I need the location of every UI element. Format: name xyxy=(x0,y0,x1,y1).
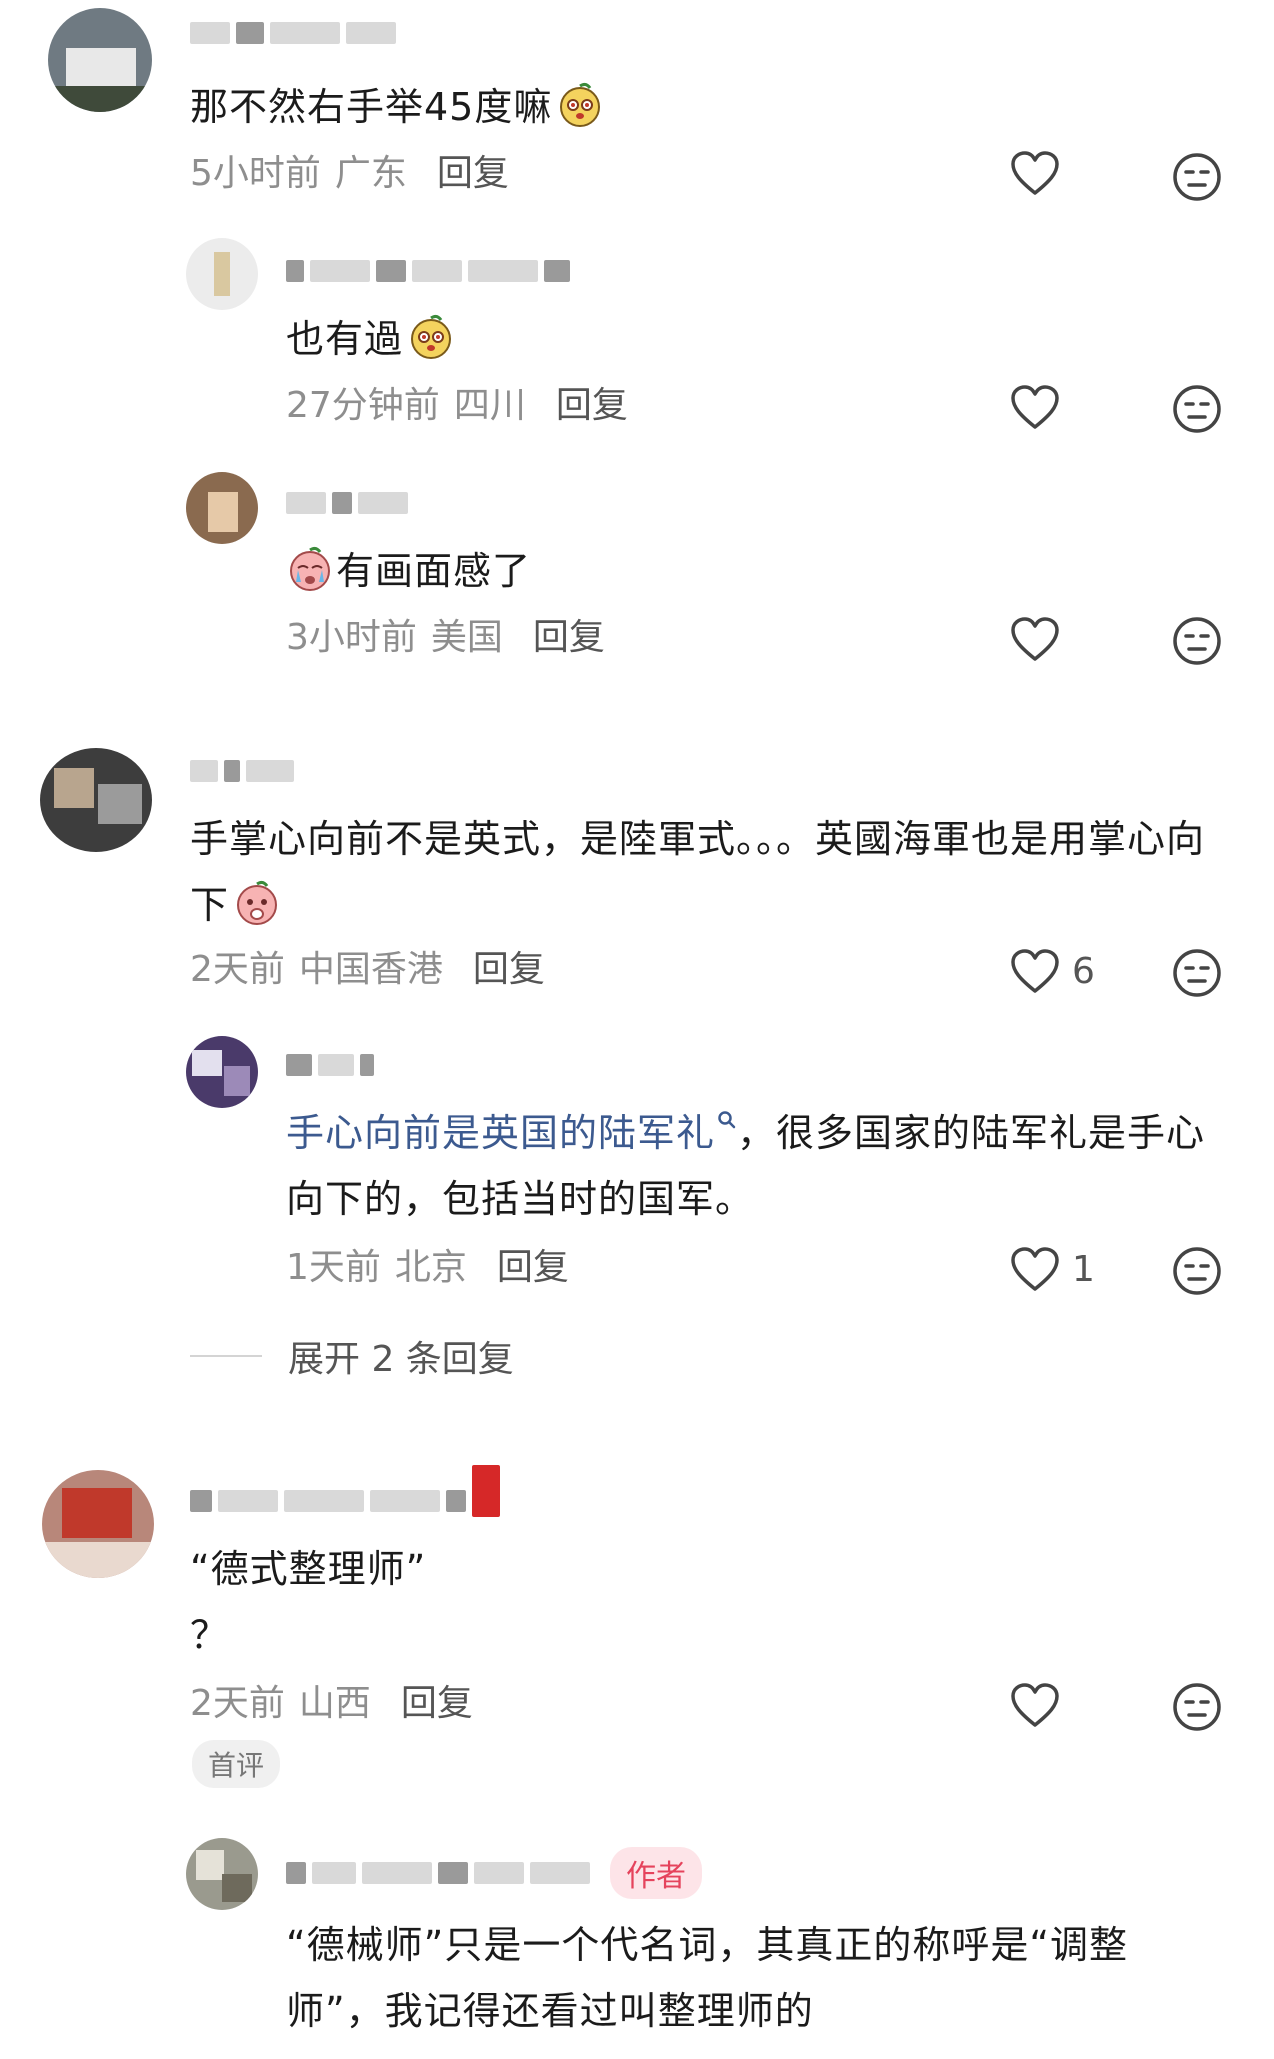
comment-meta: 2天前 山西 回复 xyxy=(190,1682,473,1726)
neutral-face-icon xyxy=(1173,385,1221,433)
comment-text: “德械师”只是一个代名词，其真正的称呼是“调整师”，我记得还看过叫整理师的 xyxy=(286,1923,1129,2033)
emoji-sticker xyxy=(233,878,281,926)
heart-icon xyxy=(1011,949,1059,993)
reply-button[interactable]: 回复 xyxy=(473,948,545,992)
emoji-sticker xyxy=(407,312,455,360)
timestamp: 5小时前 xyxy=(190,153,321,194)
comment-meta: 27分钟前 四川 回复 xyxy=(286,384,628,428)
location: 美国 xyxy=(430,617,503,658)
comment-text: 那不然右手举45度嘛 xyxy=(190,74,604,140)
like-count: 6 xyxy=(1072,950,1095,992)
location: 四川 xyxy=(453,385,526,426)
location: 广东 xyxy=(334,153,407,194)
divider xyxy=(190,1355,262,1357)
timestamp: 2天前 xyxy=(190,1683,285,1724)
like-button[interactable] xyxy=(1010,616,1072,662)
avatar[interactable] xyxy=(48,8,152,112)
comment-text: 手心向前是英国的陆军礼 ，很多国家的陆军礼是手心向下的，包括当时的国军。 xyxy=(286,1111,1206,1221)
first-comment-badge: 首评 xyxy=(192,1740,281,1788)
avatar[interactable] xyxy=(186,472,258,544)
username-redacted[interactable] xyxy=(190,1465,500,1517)
reply-button[interactable]: 回复 xyxy=(497,1246,569,1290)
heart-icon xyxy=(1011,151,1059,195)
expand-replies-label: 展开 2 条回复 xyxy=(288,1339,514,1380)
avatar[interactable] xyxy=(186,1838,258,1910)
like-button[interactable] xyxy=(1010,384,1072,430)
heart-icon xyxy=(1011,1247,1059,1291)
dislike-button[interactable] xyxy=(1172,1246,1222,1300)
timestamp: 3小时前 xyxy=(286,617,417,658)
neutral-face-icon xyxy=(1173,617,1221,665)
location: 山西 xyxy=(298,1683,371,1724)
timestamp: 2天前 xyxy=(190,949,285,990)
expand-replies-button[interactable]: 展开 2 条回复 xyxy=(190,1330,514,1382)
comment-meta: 3小时前 美国 回复 xyxy=(286,616,605,660)
dislike-button[interactable] xyxy=(1172,948,1222,1002)
location: 中国香港 xyxy=(298,949,443,990)
like-button[interactable] xyxy=(1010,1682,1072,1728)
emoji-sticker xyxy=(286,544,334,592)
comment-text: 也有過 xyxy=(286,306,455,372)
avatar[interactable] xyxy=(42,1470,154,1578)
username-redacted[interactable]: 作者 xyxy=(286,1847,702,1899)
neutral-face-icon xyxy=(1173,1683,1221,1731)
search-link-icon xyxy=(718,1111,736,1129)
like-button[interactable]: 6 xyxy=(1010,948,1095,994)
comment-meta: 5小时前 广东 回复 xyxy=(190,152,509,196)
username-redacted[interactable] xyxy=(190,756,294,786)
like-count: 1 xyxy=(1072,1248,1095,1290)
dislike-button[interactable] xyxy=(1172,152,1222,206)
username-redacted[interactable] xyxy=(286,488,408,518)
timestamp: 1天前 xyxy=(286,1247,381,1288)
search-link[interactable]: 手心向前是英国的陆军礼 xyxy=(286,1111,737,1155)
username-redacted[interactable] xyxy=(286,256,570,286)
like-button[interactable]: 1 xyxy=(1010,1246,1095,1292)
heart-icon xyxy=(1011,1683,1059,1727)
comment-text: 有画面感了 xyxy=(286,538,531,604)
neutral-face-icon xyxy=(1173,153,1221,201)
comment-text: 手掌心向前不是英式，是陸軍式。。。英國海軍也是用掌心向下 xyxy=(190,817,1206,927)
username-redacted[interactable] xyxy=(190,18,396,48)
username-redacted[interactable] xyxy=(286,1050,374,1080)
comment-meta: 2天前 中国香港 回复 xyxy=(190,948,545,992)
reply-button[interactable]: 回复 xyxy=(401,1682,473,1726)
avatar[interactable] xyxy=(186,238,258,310)
dislike-button[interactable] xyxy=(1172,384,1222,438)
timestamp: 27分钟前 xyxy=(286,385,440,426)
neutral-face-icon xyxy=(1173,949,1221,997)
dislike-button[interactable] xyxy=(1172,616,1222,670)
heart-icon xyxy=(1011,617,1059,661)
reply-button[interactable]: 回复 xyxy=(556,384,628,428)
author-badge: 作者 xyxy=(610,1847,702,1899)
avatar[interactable] xyxy=(40,748,152,852)
reply-button[interactable]: 回复 xyxy=(533,616,605,660)
comment-meta: 1天前 北京 回复 xyxy=(286,1246,569,1290)
neutral-face-icon xyxy=(1173,1247,1221,1295)
heart-icon xyxy=(1011,385,1059,429)
avatar[interactable] xyxy=(186,1036,258,1108)
emoji-sticker xyxy=(556,80,604,128)
location: 北京 xyxy=(394,1247,467,1288)
dislike-button[interactable] xyxy=(1172,1682,1222,1736)
like-button[interactable] xyxy=(1010,150,1072,196)
comment-text: “德式整理师” ？ xyxy=(190,1547,427,1657)
reply-button[interactable]: 回复 xyxy=(437,152,509,196)
